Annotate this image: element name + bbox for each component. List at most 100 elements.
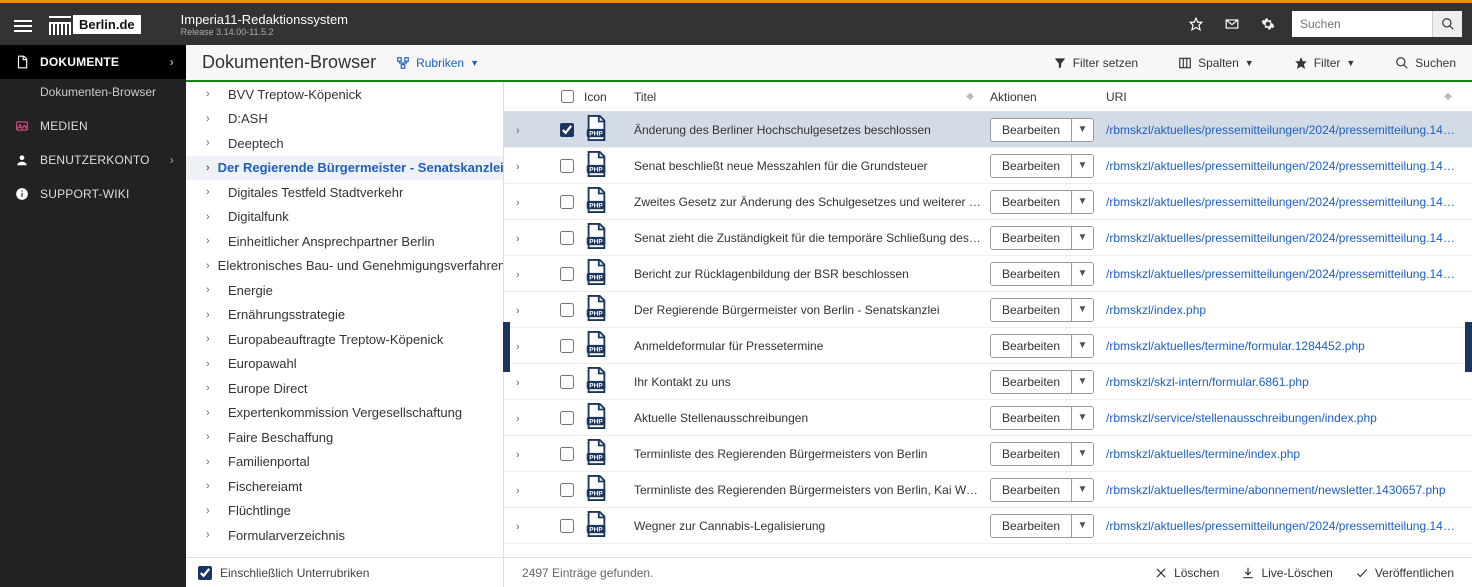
include-subrubrics-checkbox[interactable]	[198, 566, 212, 580]
uri-link[interactable]: /rbmskzl/aktuelles/termine/abonnement/ne…	[1106, 483, 1460, 497]
table-row[interactable]: ›PHPSenat zieht die Zuständigkeit für di…	[504, 220, 1472, 256]
table-row[interactable]: ›PHPIhr Kontakt zu unsBearbeiten▼/rbmskz…	[504, 364, 1472, 400]
expand-icon[interactable]: ›	[206, 235, 220, 247]
uri-link[interactable]: /rbmskzl/skzl-intern/formular.6861.php	[1106, 375, 1460, 389]
tree-item[interactable]: ›Deeptech•••	[186, 131, 503, 156]
expand-icon[interactable]: ›	[206, 88, 220, 100]
select-all-checkbox[interactable]	[561, 90, 574, 103]
nav-item-dokumente[interactable]: DOKUMENTE›	[0, 45, 186, 79]
nav-item-benutzerkonto[interactable]: BENUTZERKONTO›	[0, 143, 186, 177]
tree-item[interactable]: ›Digitalfunk•••	[186, 205, 503, 230]
edit-dropdown-toggle[interactable]: ▼	[1071, 407, 1093, 429]
nav-item-medien[interactable]: MEDIEN	[0, 109, 186, 143]
edit-button[interactable]: Bearbeiten	[991, 299, 1071, 321]
table-row[interactable]: ›PHPDer Regierende Bürgermeister von Ber…	[504, 292, 1472, 328]
header-title[interactable]: Titel◆	[634, 90, 990, 104]
edit-button[interactable]: Bearbeiten	[991, 335, 1071, 357]
row-expand-icon[interactable]: ›	[516, 269, 520, 281]
table-row[interactable]: ›PHPSenat beschließt neue Messzahlen für…	[504, 148, 1472, 184]
edit-button[interactable]: Bearbeiten	[991, 407, 1071, 429]
messages-button[interactable]	[1214, 17, 1250, 31]
row-checkbox[interactable]	[560, 375, 574, 389]
settings-button[interactable]	[1250, 17, 1286, 31]
tree-item[interactable]: ›BVV Treptow-Köpenick•••	[186, 82, 503, 107]
tree-item[interactable]: ›D:ASH•••	[186, 107, 503, 132]
tree-item[interactable]: ›Elektronisches Bau- und Genehmigungsver…	[186, 254, 503, 279]
row-checkbox[interactable]	[560, 195, 574, 209]
edit-dropdown-toggle[interactable]: ▼	[1071, 299, 1093, 321]
expand-icon[interactable]: ›	[206, 358, 220, 370]
publish-button[interactable]: Veröffentlichen	[1355, 566, 1454, 580]
expand-icon[interactable]: ›	[206, 529, 220, 541]
edit-dropdown-toggle[interactable]: ▼	[1071, 227, 1093, 249]
tree-item[interactable]: ›Einheitlicher Ansprechpartner Berlin•••	[186, 229, 503, 254]
row-expand-icon[interactable]: ›	[516, 161, 520, 173]
expand-icon[interactable]: ›	[206, 309, 220, 321]
tree-item[interactable]: ›Energie•••	[186, 278, 503, 303]
tree-item[interactable]: ›Formularverzeichnis•••	[186, 523, 503, 548]
table-row[interactable]: ›PHPTerminliste des Regierenden Bürgerme…	[504, 436, 1472, 472]
edit-button[interactable]: Bearbeiten	[991, 227, 1071, 249]
header-uri[interactable]: URI◆	[1106, 90, 1460, 104]
row-expand-icon[interactable]: ›	[516, 305, 520, 317]
edit-button[interactable]: Bearbeiten	[991, 119, 1071, 141]
uri-link[interactable]: /rbmskzl/index.php	[1106, 303, 1460, 317]
tree-item[interactable]: ›Ernährungsstrategie•••	[186, 303, 503, 328]
filter-set-button[interactable]: Filter setzen	[1053, 56, 1138, 70]
row-checkbox[interactable]	[560, 159, 574, 173]
expand-icon[interactable]: ›	[206, 284, 220, 296]
edit-dropdown-toggle[interactable]: ▼	[1071, 119, 1093, 141]
row-expand-icon[interactable]: ›	[516, 197, 520, 209]
header-icon[interactable]: Icon	[584, 90, 634, 104]
tree-item[interactable]: ›Faire Beschaffung•••	[186, 425, 503, 450]
table-row[interactable]: ›PHPBericht zur Rücklagenbildung der BSR…	[504, 256, 1472, 292]
expand-icon[interactable]: ›	[206, 113, 220, 125]
tree-item[interactable]: ›Europawahl•••	[186, 352, 503, 377]
edit-dropdown-toggle[interactable]: ▼	[1071, 263, 1093, 285]
table-row[interactable]: ›PHPZweites Gesetz zur Änderung des Schu…	[504, 184, 1472, 220]
uri-link[interactable]: /rbmskzl/aktuelles/pressemitteilungen/20…	[1106, 519, 1460, 533]
row-checkbox[interactable]	[560, 519, 574, 533]
expand-icon[interactable]: ›	[206, 333, 220, 345]
expand-icon[interactable]: ›	[206, 211, 220, 223]
table-row[interactable]: ›PHPÄnderung des Berliner Hochschulgeset…	[504, 112, 1472, 148]
search-button[interactable]	[1432, 11, 1462, 37]
row-checkbox[interactable]	[560, 411, 574, 425]
edit-dropdown-toggle[interactable]: ▼	[1071, 191, 1093, 213]
edit-dropdown-toggle[interactable]: ▼	[1071, 335, 1093, 357]
expand-icon[interactable]: ›	[206, 382, 220, 394]
tree-item[interactable]: ›Fischereiamt•••	[186, 474, 503, 499]
columns-dropdown[interactable]: Spalten ▼	[1178, 56, 1254, 70]
table-row[interactable]: ›PHPWegner zur Cannabis-LegalisierungBea…	[504, 508, 1472, 544]
row-expand-icon[interactable]: ›	[516, 485, 520, 497]
tree-item[interactable]: ›Expertenkommission Vergesellschaftung••…	[186, 401, 503, 426]
uri-link[interactable]: /rbmskzl/aktuelles/pressemitteilungen/20…	[1106, 231, 1460, 245]
uri-link[interactable]: /rbmskzl/aktuelles/pressemitteilungen/20…	[1106, 195, 1460, 209]
row-expand-icon[interactable]: ›	[516, 413, 520, 425]
row-checkbox[interactable]	[560, 123, 574, 137]
expand-icon[interactable]: ›	[206, 505, 220, 517]
edit-button[interactable]: Bearbeiten	[991, 191, 1071, 213]
favorites-button[interactable]	[1178, 17, 1214, 31]
delete-button[interactable]: Löschen	[1154, 566, 1219, 580]
row-checkbox[interactable]	[560, 231, 574, 245]
uri-link[interactable]: /rbmskzl/aktuelles/termine/index.php	[1106, 447, 1460, 461]
rubriken-dropdown[interactable]: Rubriken ▼	[396, 56, 479, 70]
row-checkbox[interactable]	[560, 483, 574, 497]
expand-icon[interactable]: ›	[206, 480, 220, 492]
edit-dropdown-toggle[interactable]: ▼	[1071, 155, 1093, 177]
uri-link[interactable]: /rbmskzl/service/stellenausschreibungen/…	[1106, 411, 1460, 425]
expand-icon[interactable]: ›	[206, 186, 220, 198]
edit-button[interactable]: Bearbeiten	[991, 371, 1071, 393]
collapse-right-handle[interactable]	[1465, 322, 1472, 372]
edit-dropdown-toggle[interactable]: ▼	[1071, 479, 1093, 501]
expand-icon[interactable]: ›	[206, 137, 220, 149]
edit-dropdown-toggle[interactable]: ▼	[1071, 515, 1093, 537]
row-expand-icon[interactable]: ›	[516, 125, 520, 137]
header-search-button[interactable]: Suchen	[1395, 56, 1456, 70]
collapse-tree-handle[interactable]	[503, 322, 510, 372]
tree-item[interactable]: ›Familienportal•••	[186, 450, 503, 475]
table-row[interactable]: ›PHPAktuelle StellenausschreibungenBearb…	[504, 400, 1472, 436]
row-expand-icon[interactable]: ›	[516, 449, 520, 461]
uri-link[interactable]: /rbmskzl/aktuelles/pressemitteilungen/20…	[1106, 123, 1460, 137]
